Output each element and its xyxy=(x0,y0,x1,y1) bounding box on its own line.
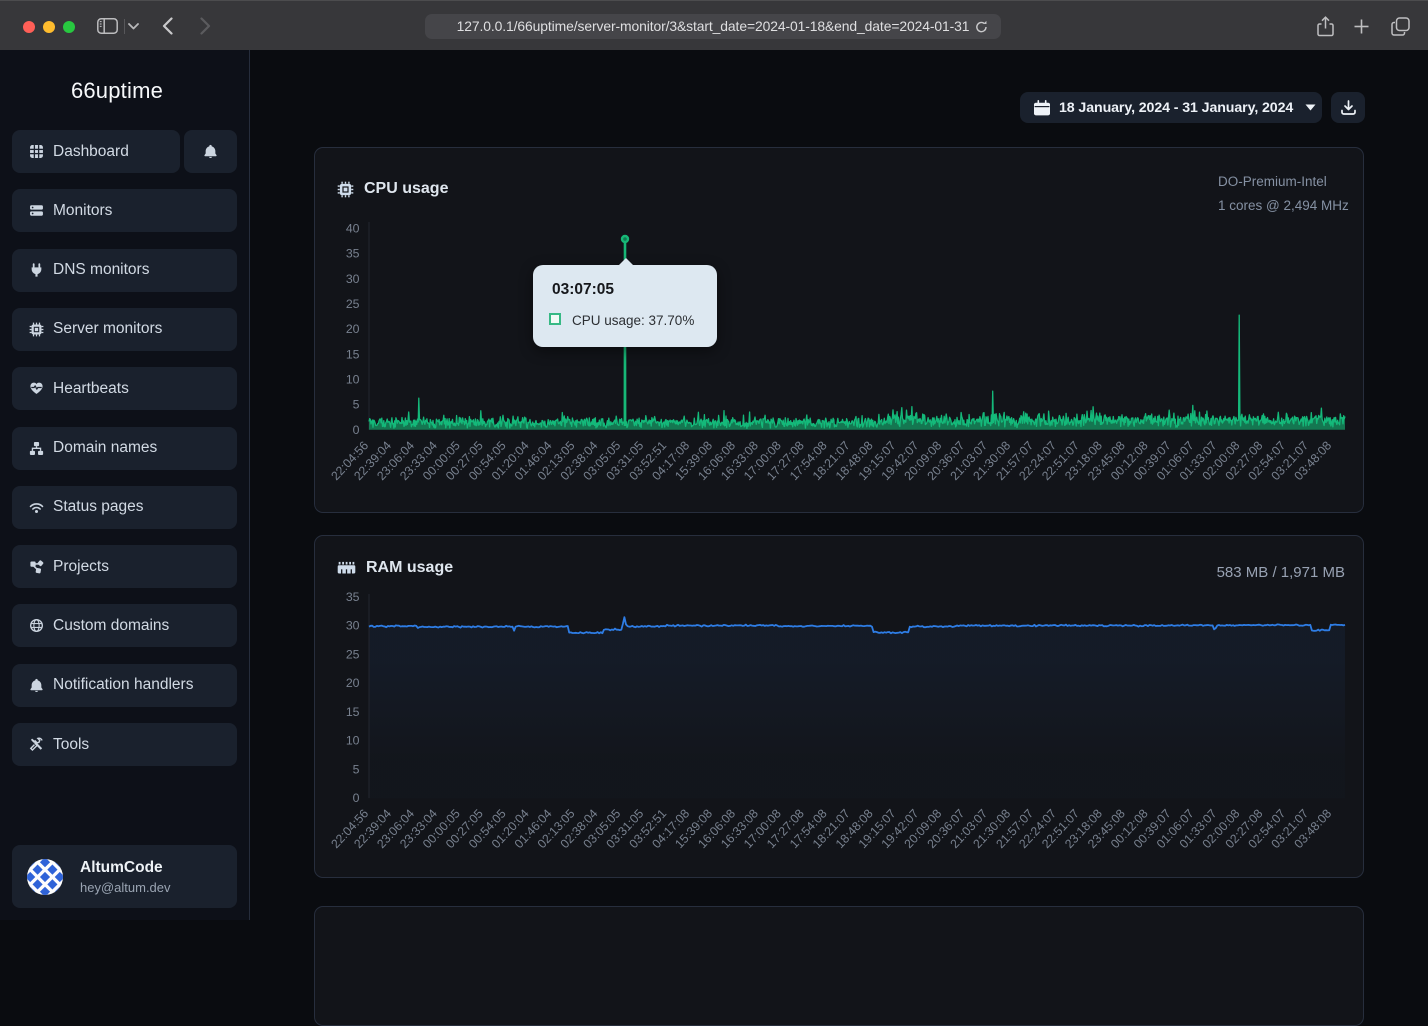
svg-text:5: 5 xyxy=(353,762,360,776)
svg-text:0: 0 xyxy=(353,791,360,805)
svg-text:10: 10 xyxy=(346,734,360,748)
svg-text:20: 20 xyxy=(346,322,360,336)
svg-text:0: 0 xyxy=(353,423,360,437)
svg-text:35: 35 xyxy=(346,590,360,604)
svg-text:10: 10 xyxy=(346,373,360,387)
svg-text:35: 35 xyxy=(346,247,360,261)
svg-text:15: 15 xyxy=(346,705,360,719)
svg-text:40: 40 xyxy=(346,222,360,236)
svg-text:15: 15 xyxy=(346,347,360,361)
svg-text:30: 30 xyxy=(346,619,360,633)
svg-text:30: 30 xyxy=(346,272,360,286)
svg-text:25: 25 xyxy=(346,297,360,311)
svg-text:20: 20 xyxy=(346,676,360,690)
svg-text:5: 5 xyxy=(353,398,360,412)
svg-text:25: 25 xyxy=(346,647,360,661)
